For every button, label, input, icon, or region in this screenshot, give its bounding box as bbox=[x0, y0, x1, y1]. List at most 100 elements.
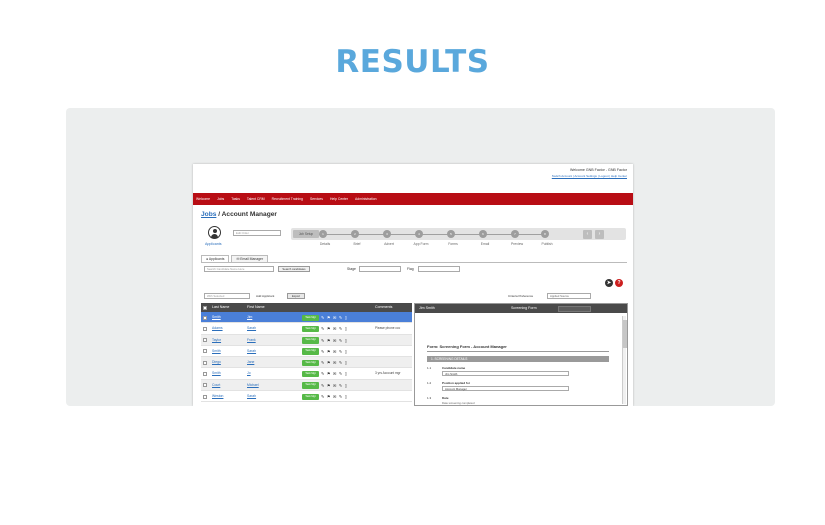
first-name-link[interactable]: Michael bbox=[247, 380, 259, 391]
nav-administration[interactable]: Administration bbox=[355, 197, 376, 201]
first-name-link[interactable]: Sarah bbox=[247, 323, 256, 334]
order-select[interactable]: Edit Order bbox=[233, 230, 281, 236]
table-row[interactable]: Court Michael Task Mgt ✎ ⚑ ✉ ✎ ▯ bbox=[201, 379, 412, 392]
step-app-form-label[interactable]: App Form bbox=[406, 242, 436, 246]
task-mgt-button[interactable]: Task Mgt bbox=[302, 325, 319, 333]
table-row[interactable]: Smith Sarah Task Mgt ✎ ⚑ ✉ ✎ ▯ bbox=[201, 346, 412, 358]
bulk-action-select[interactable]: With Selected bbox=[204, 293, 250, 299]
candidate-name-field[interactable]: Jim Smith bbox=[442, 371, 569, 376]
row-action-icons[interactable]: ✎ ⚑ ✉ ✎ ▯ bbox=[321, 346, 348, 357]
criteria-preference-select[interactable]: Applied Source bbox=[547, 293, 591, 299]
last-name-link[interactable]: Diego bbox=[212, 357, 221, 368]
prev-step-button[interactable]: ‹ bbox=[583, 230, 592, 239]
task-mgt-button[interactable]: Task Mgt bbox=[302, 337, 319, 344]
step-7-dot[interactable]: 7 bbox=[511, 230, 519, 238]
nav-welcome[interactable]: Welcome bbox=[196, 197, 210, 201]
row-checkbox[interactable] bbox=[203, 315, 207, 320]
row-action-icons[interactable]: ✎ ⚑ ✉ ✎ ▯ bbox=[321, 312, 348, 323]
first-name-link[interactable]: Jim bbox=[247, 312, 252, 323]
step-5-dot[interactable]: 5 bbox=[447, 230, 455, 238]
row-checkbox[interactable] bbox=[203, 394, 207, 399]
col-first-name[interactable]: First Name bbox=[247, 303, 265, 312]
table-row[interactable]: Taylor Frank Task Mgt ✎ ⚑ ✉ ✎ ▯ bbox=[201, 334, 412, 346]
scroll-thumb[interactable] bbox=[623, 320, 627, 348]
last-name-link[interactable]: Weston bbox=[212, 391, 223, 402]
row-checkbox[interactable] bbox=[203, 338, 207, 343]
export-button[interactable]: Export bbox=[287, 293, 305, 299]
last-name-link[interactable]: Court bbox=[212, 380, 220, 391]
task-mgt-button[interactable]: Task Mgt bbox=[302, 370, 319, 378]
nav-tasks[interactable]: Tasks bbox=[231, 197, 240, 201]
table-row[interactable]: Weston Sarah Task Mgt ✎ ⚑ ✉ ✎ ▯ bbox=[201, 391, 412, 403]
row-action-icons[interactable]: ✎ ⚑ ✉ ✎ ▯ bbox=[321, 323, 348, 334]
first-name-link[interactable]: Jane bbox=[247, 357, 254, 368]
position-field[interactable]: Account Manager bbox=[442, 386, 569, 391]
task-mgt-button[interactable]: Task Mgt bbox=[302, 393, 319, 401]
step-3-dot[interactable]: 3 bbox=[383, 230, 391, 238]
account-links[interactable]: Switch Account | Account Settings | Logo… bbox=[552, 174, 627, 178]
row-checkbox[interactable] bbox=[203, 349, 207, 354]
step-advert-label[interactable]: Advert bbox=[374, 242, 404, 246]
nav-services[interactable]: Services bbox=[310, 197, 323, 201]
nav-help-center[interactable]: Help Center bbox=[330, 197, 348, 201]
row-action-icons[interactable]: ✎ ⚑ ✉ ✎ ▯ bbox=[321, 391, 348, 402]
table-row[interactable]: Smith Jim Task Mgt ✎ ⚑ ✉ ✎ ▯ bbox=[201, 312, 412, 324]
table-row[interactable]: Adams Sarah Task Mgt ✎ ⚑ ✉ ✎ ▯ Please ph… bbox=[201, 323, 412, 335]
task-mgt-button[interactable]: Task Mgt bbox=[302, 382, 319, 389]
applicants-user-icon[interactable] bbox=[208, 226, 221, 239]
task-mgt-button[interactable]: Task Mgt bbox=[302, 348, 319, 355]
step-4-dot[interactable]: 4 bbox=[415, 230, 423, 238]
detail-form-select[interactable] bbox=[558, 305, 591, 312]
first-name-link[interactable]: Frank bbox=[247, 335, 256, 346]
candidate-search-input[interactable]: Search Candidate Name Here bbox=[204, 266, 274, 272]
tab-email-manager[interactable]: ✉ Email Manager bbox=[231, 255, 269, 262]
row-checkbox[interactable] bbox=[203, 383, 207, 388]
col-last-name[interactable]: Last Name bbox=[212, 303, 229, 312]
step-publish-label[interactable]: Publish bbox=[532, 242, 562, 246]
step-2-dot[interactable]: 2 bbox=[351, 230, 359, 238]
row-action-icons[interactable]: ✎ ⚑ ✉ ✎ ▯ bbox=[321, 380, 348, 391]
step-8-dot[interactable]: 8 bbox=[541, 230, 549, 238]
row-checkbox[interactable] bbox=[203, 360, 207, 365]
step-brief-label[interactable]: Brief bbox=[342, 242, 372, 246]
select-all-checkbox[interactable] bbox=[203, 305, 207, 310]
last-name-link[interactable]: Smith bbox=[212, 312, 221, 323]
row-checkbox[interactable] bbox=[203, 326, 207, 331]
nav-talent-crm[interactable]: Talent CRM bbox=[247, 197, 265, 201]
applicants-label[interactable]: Applicants bbox=[205, 242, 222, 246]
flag-select[interactable] bbox=[418, 266, 460, 272]
row-checkbox[interactable] bbox=[203, 371, 207, 376]
breadcrumb-jobs-link[interactable]: Jobs bbox=[201, 211, 216, 218]
step-6-dot[interactable]: 6 bbox=[479, 230, 487, 238]
step-details-label[interactable]: Details bbox=[310, 242, 340, 246]
step-email-label[interactable]: Email bbox=[470, 242, 500, 246]
search-candidates-button[interactable]: Search candidates bbox=[278, 266, 310, 272]
col-comments[interactable]: Comments bbox=[375, 303, 392, 312]
step-1-dot[interactable]: 1 bbox=[319, 230, 327, 238]
table-row[interactable]: Diego Jane Task Mgt ✎ ⚑ ✉ ✎ ▯ bbox=[201, 357, 412, 369]
row-action-icons[interactable]: ✎ ⚑ ✉ ✎ ▯ bbox=[321, 357, 348, 368]
task-mgt-button[interactable]: Task Mgt bbox=[302, 359, 319, 367]
table-row[interactable]: Smith Jo Task Mgt ✎ ⚑ ✉ ✎ ▯ 3 yrs Accoun… bbox=[201, 368, 412, 380]
row-action-icons[interactable]: ✎ ⚑ ✉ ✎ ▯ bbox=[321, 335, 348, 346]
stage-select[interactable] bbox=[359, 266, 401, 272]
last-name-link[interactable]: Adams bbox=[212, 323, 223, 334]
row-action-icons[interactable]: ✎ ⚑ ✉ ✎ ▯ bbox=[321, 368, 348, 379]
detail-scrollbar[interactable] bbox=[622, 316, 627, 404]
tab-applicants[interactable]: ● Applicants bbox=[201, 255, 230, 262]
send-icon[interactable]: ➤ bbox=[605, 279, 613, 287]
add-applicant-link[interactable]: Add Applicant bbox=[256, 294, 274, 298]
last-name-link[interactable]: Taylor bbox=[212, 335, 221, 346]
first-name-link[interactable]: Jo bbox=[247, 368, 251, 379]
next-step-button[interactable]: › bbox=[595, 230, 604, 239]
task-mgt-button[interactable]: Task Mgt bbox=[302, 314, 319, 321]
step-forms-label[interactable]: Forms bbox=[438, 242, 468, 246]
step-preview-label[interactable]: Preview bbox=[502, 242, 532, 246]
nav-recruitment-training[interactable]: Recruitment Training bbox=[272, 197, 303, 201]
first-name-link[interactable]: Sarah bbox=[247, 391, 256, 402]
nav-jobs[interactable]: Jobs bbox=[217, 197, 224, 201]
help-icon[interactable]: ? bbox=[615, 279, 623, 287]
first-name-link[interactable]: Sarah bbox=[247, 346, 256, 357]
last-name-link[interactable]: Smith bbox=[212, 346, 221, 357]
last-name-link[interactable]: Smith bbox=[212, 368, 221, 379]
